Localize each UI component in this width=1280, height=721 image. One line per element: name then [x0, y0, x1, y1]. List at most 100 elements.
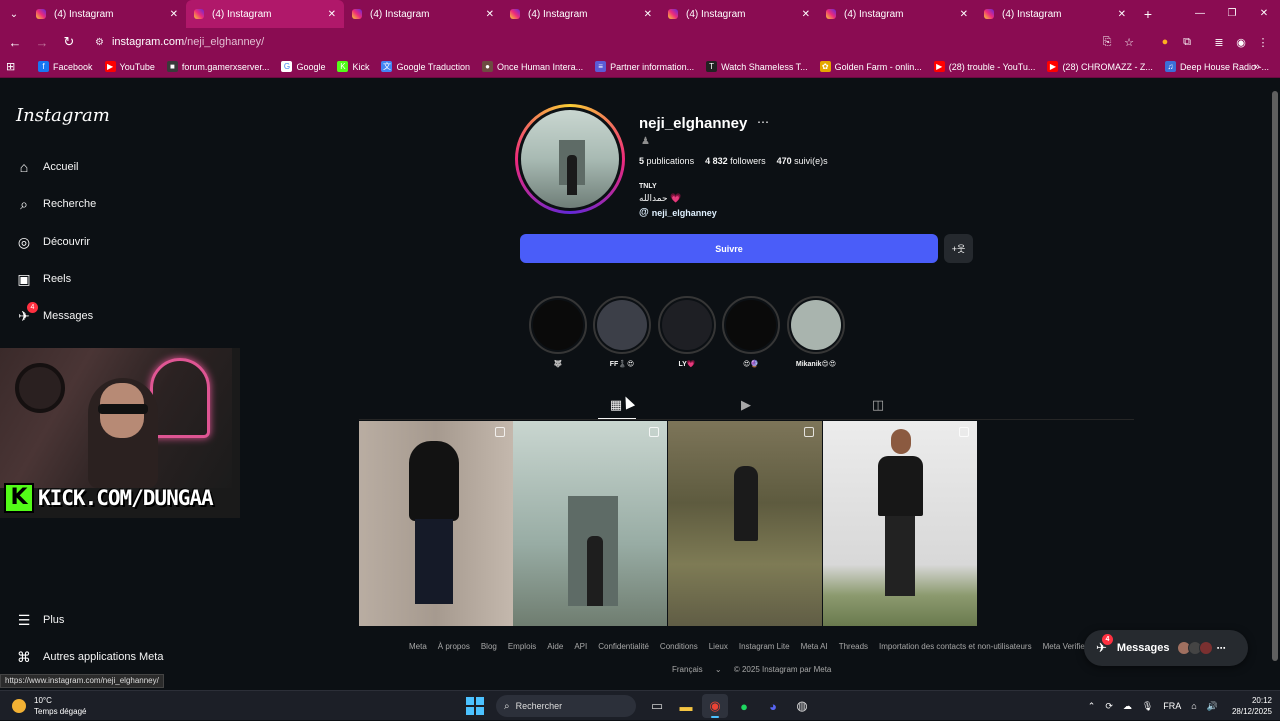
threads-link[interactable]: @ neji_elghanney — [639, 207, 717, 218]
post-thumbnail-4[interactable] — [823, 421, 977, 626]
bookmark-item[interactable]: G Google — [281, 61, 325, 72]
browser-tab[interactable]: (4) Instagram ✕ — [502, 0, 660, 28]
new-tab-button[interactable]: + — [1134, 6, 1162, 22]
tab-close-icon[interactable]: ✕ — [486, 9, 494, 20]
apps-grid-icon[interactable]: ⊞ — [6, 60, 26, 73]
footer-link[interactable]: Importation des contacts et non-utilisat… — [879, 642, 1032, 651]
profile-stat[interactable]: 4 832 followers — [705, 156, 766, 166]
bookmark-star-icon[interactable]: ☆ — [1118, 36, 1140, 49]
follow-button[interactable]: Suivre — [520, 234, 938, 263]
tagged-tab-icon[interactable]: ◫ — [870, 397, 886, 413]
bookmark-item[interactable]: ▶ (28) trouble - YouTu... — [933, 61, 1035, 72]
close-window-button[interactable]: ✕ — [1248, 0, 1280, 28]
bookmarks-overflow-icon[interactable]: » — [1254, 61, 1260, 73]
clock[interactable]: 20:12 28/12/2025 — [1232, 695, 1272, 717]
bookmark-item[interactable]: ■ forum.gamerxserver... — [166, 61, 269, 72]
profile-avatar-icon[interactable]: ◉ — [1230, 36, 1252, 49]
footer-link[interactable]: Meta — [409, 642, 427, 651]
post-thumbnail-2[interactable] — [513, 421, 667, 626]
input-language[interactable]: FRA — [1163, 701, 1181, 711]
footer-link[interactable]: Conditions — [660, 642, 698, 651]
spotify-icon[interactable]: ● — [731, 694, 757, 718]
microphone-icon[interactable]: 🎙 — [1142, 701, 1153, 712]
profile-stat[interactable]: 5 publications — [639, 156, 694, 166]
language-selector[interactable]: Français ⌄ — [672, 665, 722, 674]
story-highlight[interactable]: FF♟️😍 — [593, 296, 651, 368]
bookmark-item[interactable]: ≡ Partner information... — [595, 61, 694, 72]
tab-close-icon[interactable]: ✕ — [644, 9, 652, 20]
sidebar-item-découvrir[interactable]: ◎ Découvrir — [16, 234, 90, 250]
profile-avatar[interactable] — [515, 104, 625, 214]
sidebar-bottom-item[interactable]: ☰ Plus — [16, 612, 65, 628]
reload-button[interactable]: ↻ — [57, 30, 81, 54]
footer-link[interactable]: Emplois — [508, 642, 536, 651]
chrome-icon[interactable]: ◉ — [702, 694, 728, 718]
extensions-puzzle-icon[interactable]: ⧉ — [1176, 36, 1198, 49]
messages-pill-button[interactable]: ✈ 4 Messages ⋯ — [1084, 630, 1248, 666]
browser-tab[interactable]: (4) Instagram ✕ — [344, 0, 502, 28]
story-highlight[interactable]: Mikanik😍😍 — [787, 296, 845, 368]
bookmark-item[interactable]: T Watch Shameless T... — [706, 61, 808, 72]
taskbar-search[interactable]: ⌕ Rechercher — [496, 695, 636, 717]
tab-search-button[interactable]: ⌄ — [0, 0, 28, 28]
tab-close-icon[interactable]: ✕ — [960, 9, 968, 20]
weather-widget[interactable]: 10°C Temps dégagé — [12, 695, 86, 717]
tab-close-icon[interactable]: ✕ — [328, 9, 336, 20]
reading-list-icon[interactable]: ≣ — [1208, 36, 1230, 49]
discord-icon[interactable]: ◕ — [760, 694, 786, 718]
tab-close-icon[interactable]: ✕ — [802, 9, 810, 20]
profile-stat[interactable]: 470 suivi(e)s — [777, 156, 828, 166]
volume-icon[interactable]: 🔊 — [1207, 701, 1218, 712]
page-scrollbar[interactable] — [1270, 79, 1280, 690]
sidebar-item-accueil[interactable]: ⌂ Accueil — [16, 159, 79, 175]
network-icon[interactable]: ⌂ — [1191, 701, 1196, 711]
bookmark-item[interactable]: K Kick — [337, 61, 369, 72]
story-highlight[interactable]: LY💗 — [658, 296, 716, 368]
footer-link[interactable]: Aide — [547, 642, 563, 651]
back-button[interactable]: ← — [3, 30, 27, 54]
minimize-button[interactable]: — — [1184, 0, 1216, 28]
footer-link[interactable]: API — [574, 642, 587, 651]
extension-icon[interactable]: ● — [1154, 36, 1176, 48]
forward-button[interactable]: → — [30, 30, 54, 54]
tray-app-icon[interactable]: ⟳ — [1105, 701, 1113, 712]
footer-link[interactable]: Blog — [481, 642, 497, 651]
bookmark-item[interactable]: ▶ YouTube — [104, 61, 155, 72]
story-highlight[interactable]: 😍🔮 — [722, 296, 780, 368]
story-highlight[interactable]: 🐺 — [529, 296, 587, 368]
sidebar-bottom-item[interactable]: ⌘ Autres applications Meta — [16, 649, 163, 665]
install-app-icon[interactable]: ⎘ — [1096, 36, 1118, 49]
tray-app2-icon[interactable]: ☁ — [1123, 701, 1132, 712]
instagram-logo[interactable]: Instagram — [16, 105, 110, 126]
footer-link[interactable]: Instagram Lite — [739, 642, 790, 651]
start-button[interactable] — [466, 697, 484, 715]
browser-tab[interactable]: (4) Instagram ✕ — [818, 0, 976, 28]
bookmark-item[interactable]: ✿ Golden Farm - onlin... — [819, 61, 922, 72]
task-view-icon[interactable]: ▭ — [644, 694, 670, 718]
browser-tab[interactable]: (4) Instagram ✕ — [660, 0, 818, 28]
bookmark-item[interactable]: ● Once Human Intera... — [482, 61, 583, 72]
browser-tab[interactable]: (4) Instagram ✕ — [186, 0, 344, 28]
suggested-accounts-button[interactable]: +웃 — [944, 234, 973, 263]
post-thumbnail-3[interactable] — [668, 421, 822, 626]
bookmark-item[interactable]: f Facebook — [38, 61, 93, 72]
sidebar-item-messages[interactable]: ✈ 4 Messages — [16, 302, 93, 324]
restore-button[interactable]: ❐ — [1216, 0, 1248, 28]
bookmark-item[interactable]: ▶ (28) CHROMAZZ - Z... — [1047, 61, 1153, 72]
tab-close-icon[interactable]: ✕ — [170, 9, 178, 20]
footer-link[interactable]: À propos — [438, 642, 470, 651]
browser-tab[interactable]: (4) Instagram ✕ — [28, 0, 186, 28]
footer-link[interactable]: Confidentialité — [598, 642, 649, 651]
footer-link[interactable]: Threads — [839, 642, 868, 651]
tray-overflow-icon[interactable]: ⌃ — [1088, 701, 1096, 712]
footer-link[interactable]: Meta Verified — [1043, 642, 1090, 651]
reels-tab-icon[interactable]: ▶ — [738, 397, 754, 413]
url-input[interactable]: ⚙ instagram.com/neji_elghanney/ — [87, 30, 1147, 54]
site-info-icon[interactable]: ⚙ — [95, 37, 104, 48]
footer-link[interactable]: Meta AI — [801, 642, 828, 651]
browser-menu-icon[interactable]: ⋮ — [1252, 36, 1274, 49]
sidebar-item-reels[interactable]: ▣ Reels — [16, 271, 71, 287]
browser-tab[interactable]: (4) Instagram ✕ — [976, 0, 1134, 28]
bookmark-item[interactable]: 文 Google Traduction — [381, 61, 470, 72]
sidebar-item-recherche[interactable]: ⌕ Recherche — [16, 196, 96, 212]
